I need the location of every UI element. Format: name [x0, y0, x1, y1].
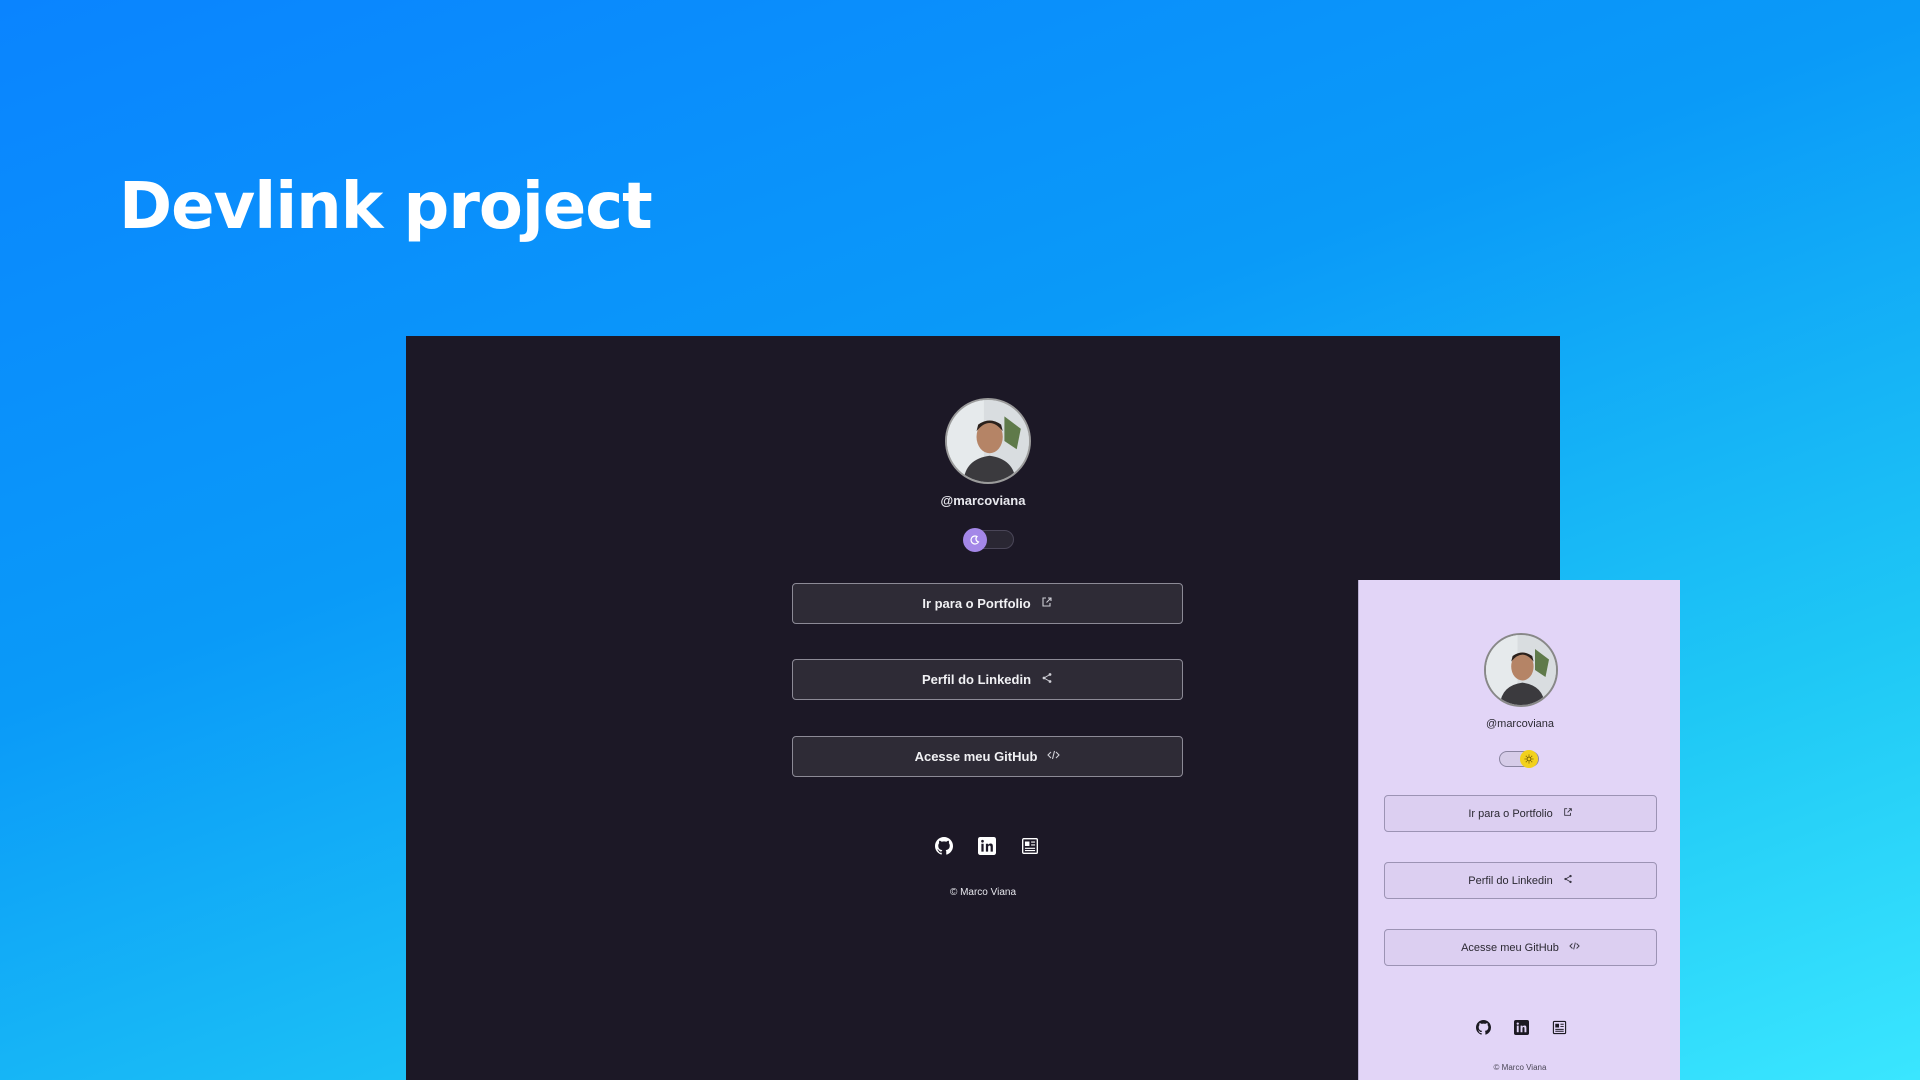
theme-toggle[interactable]	[1499, 750, 1539, 768]
github-icon[interactable]	[934, 836, 954, 856]
profile-photo	[947, 400, 1029, 482]
social-links	[1475, 1019, 1568, 1036]
portfolio-button-label: Ir para o Portfolio	[1468, 807, 1553, 820]
linkedin-button-label: Perfil do Linkedin	[921, 672, 1032, 687]
footer-copyright: © Marco Viana	[949, 887, 1017, 898]
code-icon	[1047, 749, 1061, 764]
github-icon[interactable]	[1475, 1019, 1492, 1036]
linkedin-button-label: Perfil do Linkedin	[1468, 874, 1553, 887]
portfolio-button-label: Ir para o Portfolio	[922, 596, 1031, 611]
linkedin-button[interactable]: Perfil do Linkedin	[1384, 862, 1657, 899]
linkedin-button[interactable]: Perfil do Linkedin	[792, 659, 1183, 700]
footer-copyright: © Marco Viana	[1493, 1063, 1547, 1072]
resume-icon[interactable]	[1020, 836, 1040, 856]
github-button-label: Acesse meu GitHub	[1461, 941, 1559, 954]
profile-photo	[1486, 635, 1556, 705]
external-link-icon	[1041, 596, 1053, 611]
profile-avatar	[1484, 633, 1558, 707]
linkedin-icon[interactable]	[977, 836, 997, 856]
social-links	[934, 836, 1040, 856]
portfolio-button[interactable]: Ir para o Portfolio	[792, 583, 1183, 624]
external-link-icon	[1563, 807, 1573, 820]
portfolio-button[interactable]: Ir para o Portfolio	[1384, 795, 1657, 832]
sun-icon	[1520, 750, 1538, 768]
code-icon	[1569, 941, 1580, 954]
linkedin-icon[interactable]	[1513, 1019, 1530, 1036]
profile-avatar	[945, 398, 1031, 484]
profile-handle: @marcoviana	[940, 493, 1026, 508]
resume-icon[interactable]	[1551, 1019, 1568, 1036]
github-button-label: Acesse meu GitHub	[914, 749, 1038, 764]
github-button[interactable]: Acesse meu GitHub	[792, 736, 1183, 777]
share-icon	[1041, 672, 1053, 687]
profile-handle: @marcoviana	[1485, 718, 1555, 730]
light-theme-preview: @marcoviana Ir para o Portfolio Perfil d…	[1358, 580, 1680, 1080]
github-button[interactable]: Acesse meu GitHub	[1384, 929, 1657, 966]
page-title: Devlink project	[119, 170, 653, 244]
moon-icon	[963, 528, 987, 552]
share-icon	[1563, 874, 1573, 887]
theme-toggle[interactable]	[963, 528, 1014, 552]
